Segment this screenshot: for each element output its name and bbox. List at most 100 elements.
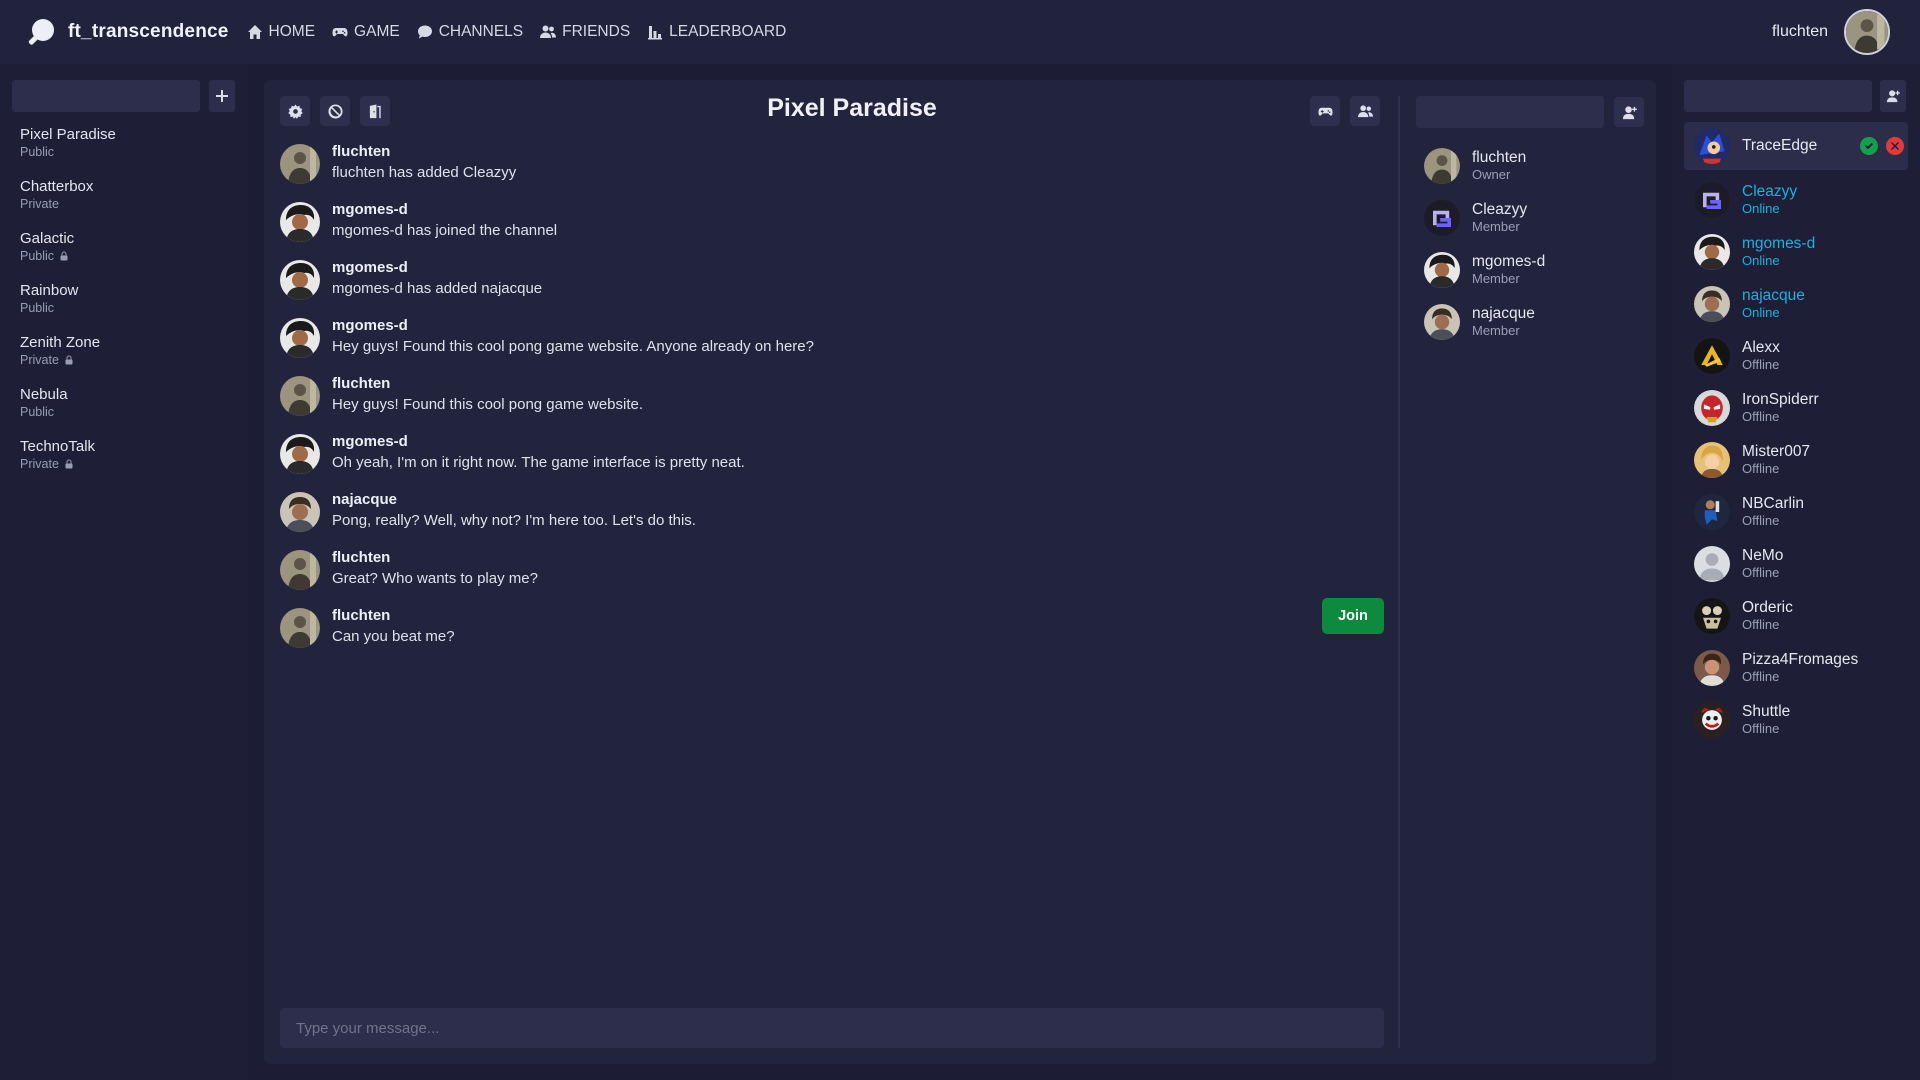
invite-to-game-button[interactable] bbox=[1310, 96, 1340, 126]
friend-item[interactable]: Alexx Offline bbox=[1684, 330, 1908, 382]
nav-leaderboard[interactable]: LEADERBOARD bbox=[647, 23, 786, 41]
add-member-button[interactable] bbox=[1614, 97, 1644, 127]
friend-item[interactable]: najacque Online bbox=[1684, 278, 1908, 330]
friend-item[interactable]: Cleazyy Online bbox=[1684, 174, 1908, 226]
avatar bbox=[1694, 650, 1730, 686]
avatar bbox=[1694, 338, 1730, 374]
avatar[interactable] bbox=[280, 318, 320, 358]
channel-item[interactable]: Chatterbox Private bbox=[20, 178, 116, 230]
nav-friends-label: FRIENDS bbox=[562, 23, 631, 40]
message-author[interactable]: mgomes-d bbox=[332, 258, 542, 278]
nav-channels[interactable]: CHANNELS bbox=[417, 23, 523, 41]
avatar bbox=[1694, 546, 1730, 582]
friend-item[interactable]: mgomes-d Online bbox=[1684, 226, 1908, 278]
avatar bbox=[1694, 598, 1730, 634]
message-author[interactable]: fluchten bbox=[332, 142, 516, 162]
ping-pong-logo-icon bbox=[26, 17, 56, 47]
member-item[interactable]: mgomes-d Member bbox=[1424, 244, 1545, 296]
users-icon bbox=[1357, 104, 1373, 117]
message-author[interactable]: mgomes-d bbox=[332, 432, 745, 452]
channel-search-input[interactable] bbox=[12, 80, 200, 112]
channel-item[interactable]: Zenith Zone Private bbox=[20, 334, 116, 386]
message-author[interactable]: fluchten bbox=[332, 606, 455, 626]
message-text: Hey guys! Found this cool pong game webs… bbox=[332, 338, 814, 355]
reject-request-button[interactable] bbox=[1886, 137, 1904, 155]
nav-friends[interactable]: FRIENDS bbox=[540, 23, 630, 41]
message-author[interactable]: najacque bbox=[332, 490, 696, 510]
friend-item[interactable]: NBCarlin Offline bbox=[1684, 486, 1908, 538]
friend-item[interactable]: IronSpiderr Offline bbox=[1684, 382, 1908, 434]
brand[interactable]: ft_transcendence bbox=[26, 17, 229, 47]
friends-sidebar: TraceEdge Cleazyy Online mgomes-d Online bbox=[1672, 64, 1920, 1080]
member-search-input[interactable] bbox=[1416, 96, 1604, 128]
current-user[interactable]: fluchten bbox=[1772, 9, 1890, 55]
member-name: najacque bbox=[1472, 305, 1535, 322]
avatar[interactable] bbox=[280, 434, 320, 474]
avatar bbox=[1694, 390, 1730, 426]
channel-item[interactable]: Galactic Public bbox=[20, 230, 116, 282]
message-author[interactable]: mgomes-d bbox=[332, 316, 814, 336]
friend-item[interactable]: Pizza4Fromages Offline bbox=[1684, 642, 1908, 694]
add-channel-button[interactable] bbox=[209, 80, 235, 112]
channel-visibility: Public bbox=[20, 145, 55, 159]
nav-game[interactable]: GAME bbox=[332, 23, 400, 41]
message-author[interactable]: fluchten bbox=[332, 548, 538, 568]
friend-item[interactable]: NeMo Offline bbox=[1684, 538, 1908, 590]
message-input[interactable] bbox=[280, 1008, 1384, 1048]
top-navbar: ft_transcendence HOME GAME CHANNELS FRIE… bbox=[0, 0, 1920, 64]
member-item[interactable]: fluchten Owner bbox=[1424, 140, 1545, 192]
current-user-avatar[interactable] bbox=[1844, 9, 1890, 55]
message: mgomes-d mgomes-d has added najacque bbox=[280, 258, 1384, 316]
avatar[interactable] bbox=[280, 550, 320, 590]
add-friend-button[interactable] bbox=[1880, 80, 1906, 112]
message-list: fluchten fluchten has added Cleazyy mgom… bbox=[280, 142, 1384, 664]
avatar[interactable] bbox=[280, 144, 320, 184]
message-text: Can you beat me? bbox=[332, 628, 455, 645]
close-icon bbox=[1891, 142, 1899, 150]
message-author[interactable]: mgomes-d bbox=[332, 200, 557, 220]
avatar[interactable] bbox=[280, 376, 320, 416]
channel-visibility: Private bbox=[20, 197, 59, 211]
channel-name: Chatterbox bbox=[20, 178, 94, 195]
avatar[interactable] bbox=[280, 492, 320, 532]
nav-channels-label: CHANNELS bbox=[438, 23, 524, 40]
channel-item[interactable]: Rainbow Public bbox=[20, 282, 116, 334]
member-role: Member bbox=[1472, 219, 1520, 234]
nav-home[interactable]: HOME bbox=[247, 23, 316, 41]
join-game-button[interactable]: Join bbox=[1322, 598, 1384, 634]
friend-name: NBCarlin bbox=[1742, 495, 1805, 512]
accept-request-button[interactable] bbox=[1860, 137, 1878, 155]
avatar[interactable] bbox=[280, 608, 320, 648]
friend-item[interactable]: Mister007 Offline bbox=[1684, 434, 1908, 486]
friend-item[interactable]: Shuttle Offline bbox=[1684, 694, 1908, 746]
avatar[interactable] bbox=[280, 260, 320, 300]
channel-item[interactable]: TechnoTalk Private bbox=[20, 438, 116, 490]
friend-name: Mister007 bbox=[1742, 443, 1811, 460]
message-text: mgomes-d has added najacque bbox=[332, 280, 543, 297]
channel-item[interactable]: Pixel Paradise Public bbox=[20, 126, 116, 178]
gamepad-icon bbox=[1317, 107, 1333, 116]
avatar[interactable] bbox=[280, 202, 320, 242]
message: najacque Pong, really? Well, why not? I'… bbox=[280, 490, 1384, 548]
lock-icon bbox=[60, 251, 68, 261]
members-toggle-button[interactable] bbox=[1350, 96, 1380, 126]
member-item[interactable]: najacque Member bbox=[1424, 296, 1545, 348]
channel-item[interactable]: Nebula Public bbox=[20, 386, 116, 438]
avatar bbox=[1424, 252, 1460, 288]
friend-status: Offline bbox=[1742, 669, 1780, 684]
message-author[interactable]: fluchten bbox=[332, 374, 643, 394]
friend-name: Cleazyy bbox=[1742, 183, 1798, 200]
friend-request-item[interactable]: TraceEdge bbox=[1684, 122, 1908, 170]
main-nav: HOME GAME CHANNELS FRIENDS LEADERBOARD bbox=[247, 23, 804, 41]
panel-divider bbox=[1398, 96, 1400, 1048]
member-role: Owner bbox=[1472, 167, 1511, 182]
friend-status: Offline bbox=[1742, 565, 1780, 580]
nav-leaderboard-label: LEADERBOARD bbox=[669, 23, 787, 40]
message-text: Hey guys! Found this cool pong game webs… bbox=[332, 396, 644, 413]
nav-home-label: HOME bbox=[268, 23, 316, 40]
message: fluchten Great? Who wants to play me? bbox=[280, 548, 1384, 606]
friend-search-input[interactable] bbox=[1684, 80, 1872, 112]
member-item[interactable]: Cleazyy Member bbox=[1424, 192, 1545, 244]
friend-item[interactable]: Orderic Offline bbox=[1684, 590, 1908, 642]
friend-name: Orderic bbox=[1742, 599, 1793, 616]
